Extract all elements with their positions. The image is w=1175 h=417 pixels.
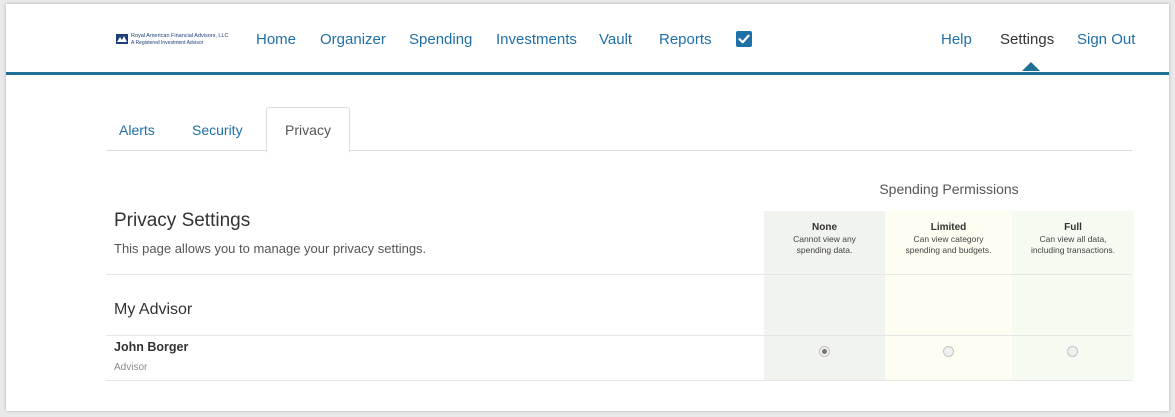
permission-desc-line2: spending data. (796, 245, 853, 255)
divider (106, 274, 1132, 275)
page-description: This page allows you to manage your priv… (114, 241, 427, 256)
tab-security[interactable]: Security (192, 122, 243, 138)
nav-home[interactable]: Home (256, 31, 296, 48)
permission-desc-line2: including transactions. (1030, 245, 1116, 255)
nav-spending[interactable]: Spending (409, 31, 472, 48)
brand-logo[interactable]: Royal American Financial Advisors, LLC A… (116, 32, 246, 52)
divider (106, 380, 1132, 381)
app-window: Royal American Financial Advisors, LLC A… (6, 4, 1169, 411)
permission-title: Limited (930, 222, 967, 233)
permissions-heading: Spending Permissions (879, 181, 1019, 197)
permission-header-limited: Limited Can view category spending and b… (885, 222, 1012, 256)
brand-tagline: A Registered Investment Advisor (131, 40, 204, 46)
nav-vault[interactable]: Vault (599, 31, 632, 48)
nav-help[interactable]: Help (941, 31, 972, 48)
tab-alerts[interactable]: Alerts (119, 122, 155, 138)
page-title: Privacy Settings (114, 210, 251, 231)
brand-logo-icon (116, 34, 128, 44)
tabs-divider (106, 150, 1132, 151)
checkmark-icon (738, 34, 750, 44)
permission-desc-line1: Can view all data, (1039, 234, 1107, 244)
permission-desc-line1: Cannot view any (793, 234, 856, 244)
nav-settings[interactable]: Settings (1000, 31, 1054, 48)
permission-title: Full (1064, 222, 1082, 233)
brand-name: Royal American Financial Advisors, LLC (131, 33, 229, 39)
permission-desc-line1: Can view category (913, 234, 984, 244)
permission-radio-none[interactable] (819, 346, 830, 357)
advisor-name: John Borger (114, 340, 189, 354)
permission-radio-limited[interactable] (943, 346, 954, 357)
divider (106, 335, 1132, 336)
permission-header-full: Full Can view all data, including transa… (1012, 222, 1134, 256)
nav-investments[interactable]: Investments (496, 31, 577, 48)
tab-privacy[interactable]: Privacy (266, 107, 350, 153)
advisor-role: Advisor (114, 362, 148, 373)
tab-privacy-label: Privacy (285, 122, 331, 138)
permission-header-none: None Cannot view any spending data. (764, 222, 885, 256)
top-nav: Royal American Financial Advisors, LLC A… (6, 4, 1169, 75)
active-nav-indicator (1022, 62, 1040, 71)
section-title-my-advisor: My Advisor (114, 301, 193, 318)
nav-sign-out[interactable]: Sign Out (1077, 31, 1135, 48)
nav-reports[interactable]: Reports (659, 31, 712, 48)
permission-radio-full[interactable] (1067, 346, 1078, 357)
checklist-icon[interactable] (736, 31, 752, 47)
nav-organizer[interactable]: Organizer (320, 31, 386, 48)
permission-title: None (812, 222, 837, 233)
permission-desc-line2: spending and budgets. (905, 245, 992, 255)
